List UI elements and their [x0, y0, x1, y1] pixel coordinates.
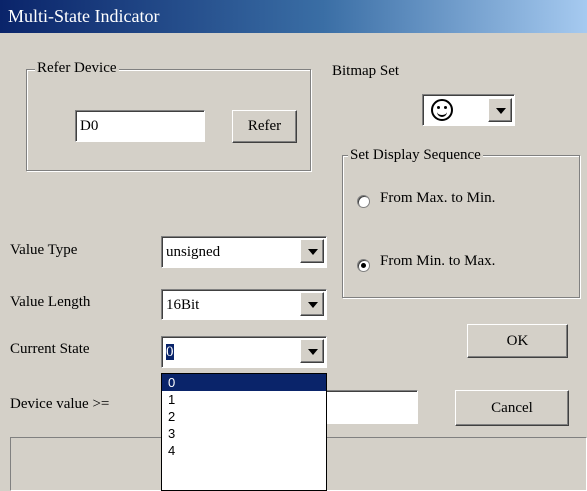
smiley-face-icon	[431, 99, 453, 121]
cancel-button[interactable]: Cancel	[455, 390, 569, 426]
value-length-label: Value Length	[10, 294, 91, 310]
bitmap-set-label: Bitmap Set	[332, 63, 400, 79]
smiley-mouth	[437, 109, 447, 117]
display-sequence-group	[342, 155, 580, 298]
current-state-options-list[interactable]: 0 1 2 3 4	[161, 373, 327, 491]
bitmap-set-dropdown[interactable]	[422, 94, 515, 126]
from-min-to-max-label[interactable]: From Min. to Max.	[380, 253, 495, 270]
current-state-label: Current State	[10, 341, 90, 357]
current-state-option[interactable]: 0	[162, 374, 326, 391]
current-state-option[interactable]: 4	[162, 442, 326, 459]
device-input[interactable]: D0	[75, 110, 205, 142]
window-title: Multi-State Indicator	[8, 6, 160, 26]
from-max-to-min-label[interactable]: From Max. to Min.	[380, 190, 495, 207]
display-sequence-group-label: Set Display Sequence	[348, 146, 483, 164]
current-state-dropdown-arrow[interactable]	[300, 339, 324, 363]
current-state-dropdown[interactable]: 0	[161, 336, 327, 368]
value-length-dropdown[interactable]: 16Bit	[161, 289, 327, 320]
current-state-value-highlight: 0	[166, 344, 174, 360]
bitmap-set-dropdown-arrow[interactable]	[488, 98, 512, 122]
refer-button-label: Refer	[247, 118, 282, 134]
device-input-value: D0	[80, 118, 99, 134]
current-state-option[interactable]: 2	[162, 408, 326, 425]
from-max-to-min-radio[interactable]	[357, 195, 370, 208]
cancel-button-label: Cancel	[491, 399, 533, 416]
refer-button[interactable]: Refer	[232, 110, 297, 143]
value-type-label: Value Type	[10, 242, 78, 258]
device-value-label: Device value >=	[10, 396, 110, 412]
value-type-dropdown[interactable]: unsigned	[161, 236, 327, 268]
window-title-bar[interactable]: Multi-State Indicator	[0, 0, 587, 33]
ok-button[interactable]: OK	[467, 324, 568, 358]
value-type-dropdown-arrow[interactable]	[300, 239, 324, 263]
current-state-option[interactable]: 3	[162, 425, 326, 442]
value-length-dropdown-arrow[interactable]	[300, 292, 324, 316]
refer-device-group-label: Refer Device	[35, 59, 119, 77]
from-min-to-max-radio[interactable]	[357, 259, 370, 272]
current-state-option[interactable]: 1	[162, 391, 326, 408]
ok-button-label: OK	[506, 332, 529, 349]
